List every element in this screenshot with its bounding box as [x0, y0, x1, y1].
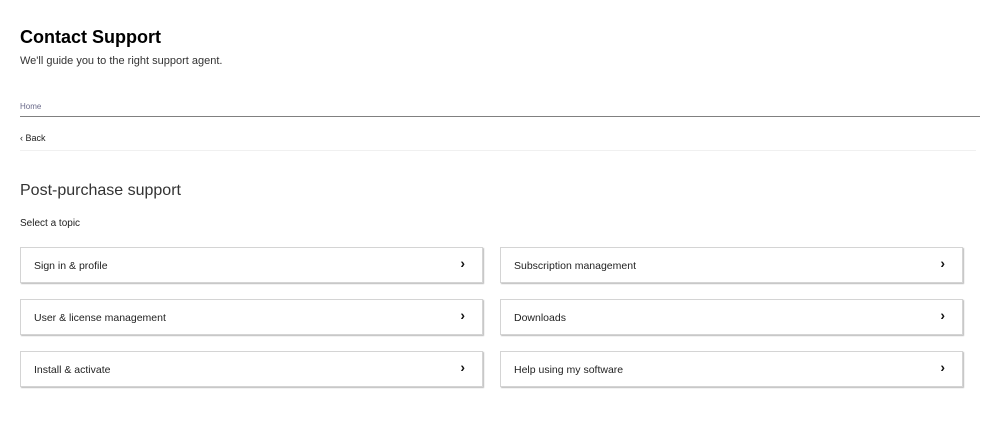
- back-button[interactable]: ‹ Back: [20, 133, 46, 143]
- chevron-right-icon: ›: [460, 359, 465, 375]
- topic-label: Downloads: [514, 312, 566, 324]
- chevron-right-icon: ›: [940, 307, 945, 323]
- breadcrumb-home[interactable]: Home: [20, 102, 41, 111]
- topic-install-activate[interactable]: Install & activate ›: [20, 351, 483, 387]
- topic-label: Sign in & profile: [34, 260, 108, 272]
- topic-prompt: Select a topic: [20, 218, 81, 229]
- topic-help-using-software[interactable]: Help using my software ›: [500, 351, 963, 387]
- divider: [20, 150, 976, 151]
- back-label: Back: [25, 133, 46, 143]
- topic-label: Install & activate: [34, 364, 111, 376]
- chevron-right-icon: ›: [460, 255, 465, 271]
- page-subtitle: We'll guide you to the right support age…: [20, 55, 223, 67]
- topic-user-license-management[interactable]: User & license management ›: [20, 299, 483, 335]
- topic-label: Subscription management: [514, 260, 636, 272]
- topic-label: Help using my software: [514, 364, 624, 376]
- page-title: Contact Support: [20, 27, 161, 47]
- topic-sign-in-profile[interactable]: Sign in & profile ›: [20, 247, 483, 283]
- topic-subscription-management[interactable]: Subscription management ›: [500, 247, 963, 283]
- breadcrumb-divider: [20, 116, 980, 117]
- chevron-right-icon: ›: [940, 359, 945, 375]
- section-title: Post-purchase support: [20, 182, 181, 199]
- topic-downloads[interactable]: Downloads ›: [500, 299, 963, 335]
- topic-label: User & license management: [34, 312, 166, 324]
- chevron-right-icon: ›: [460, 307, 465, 323]
- chevron-right-icon: ›: [940, 255, 945, 271]
